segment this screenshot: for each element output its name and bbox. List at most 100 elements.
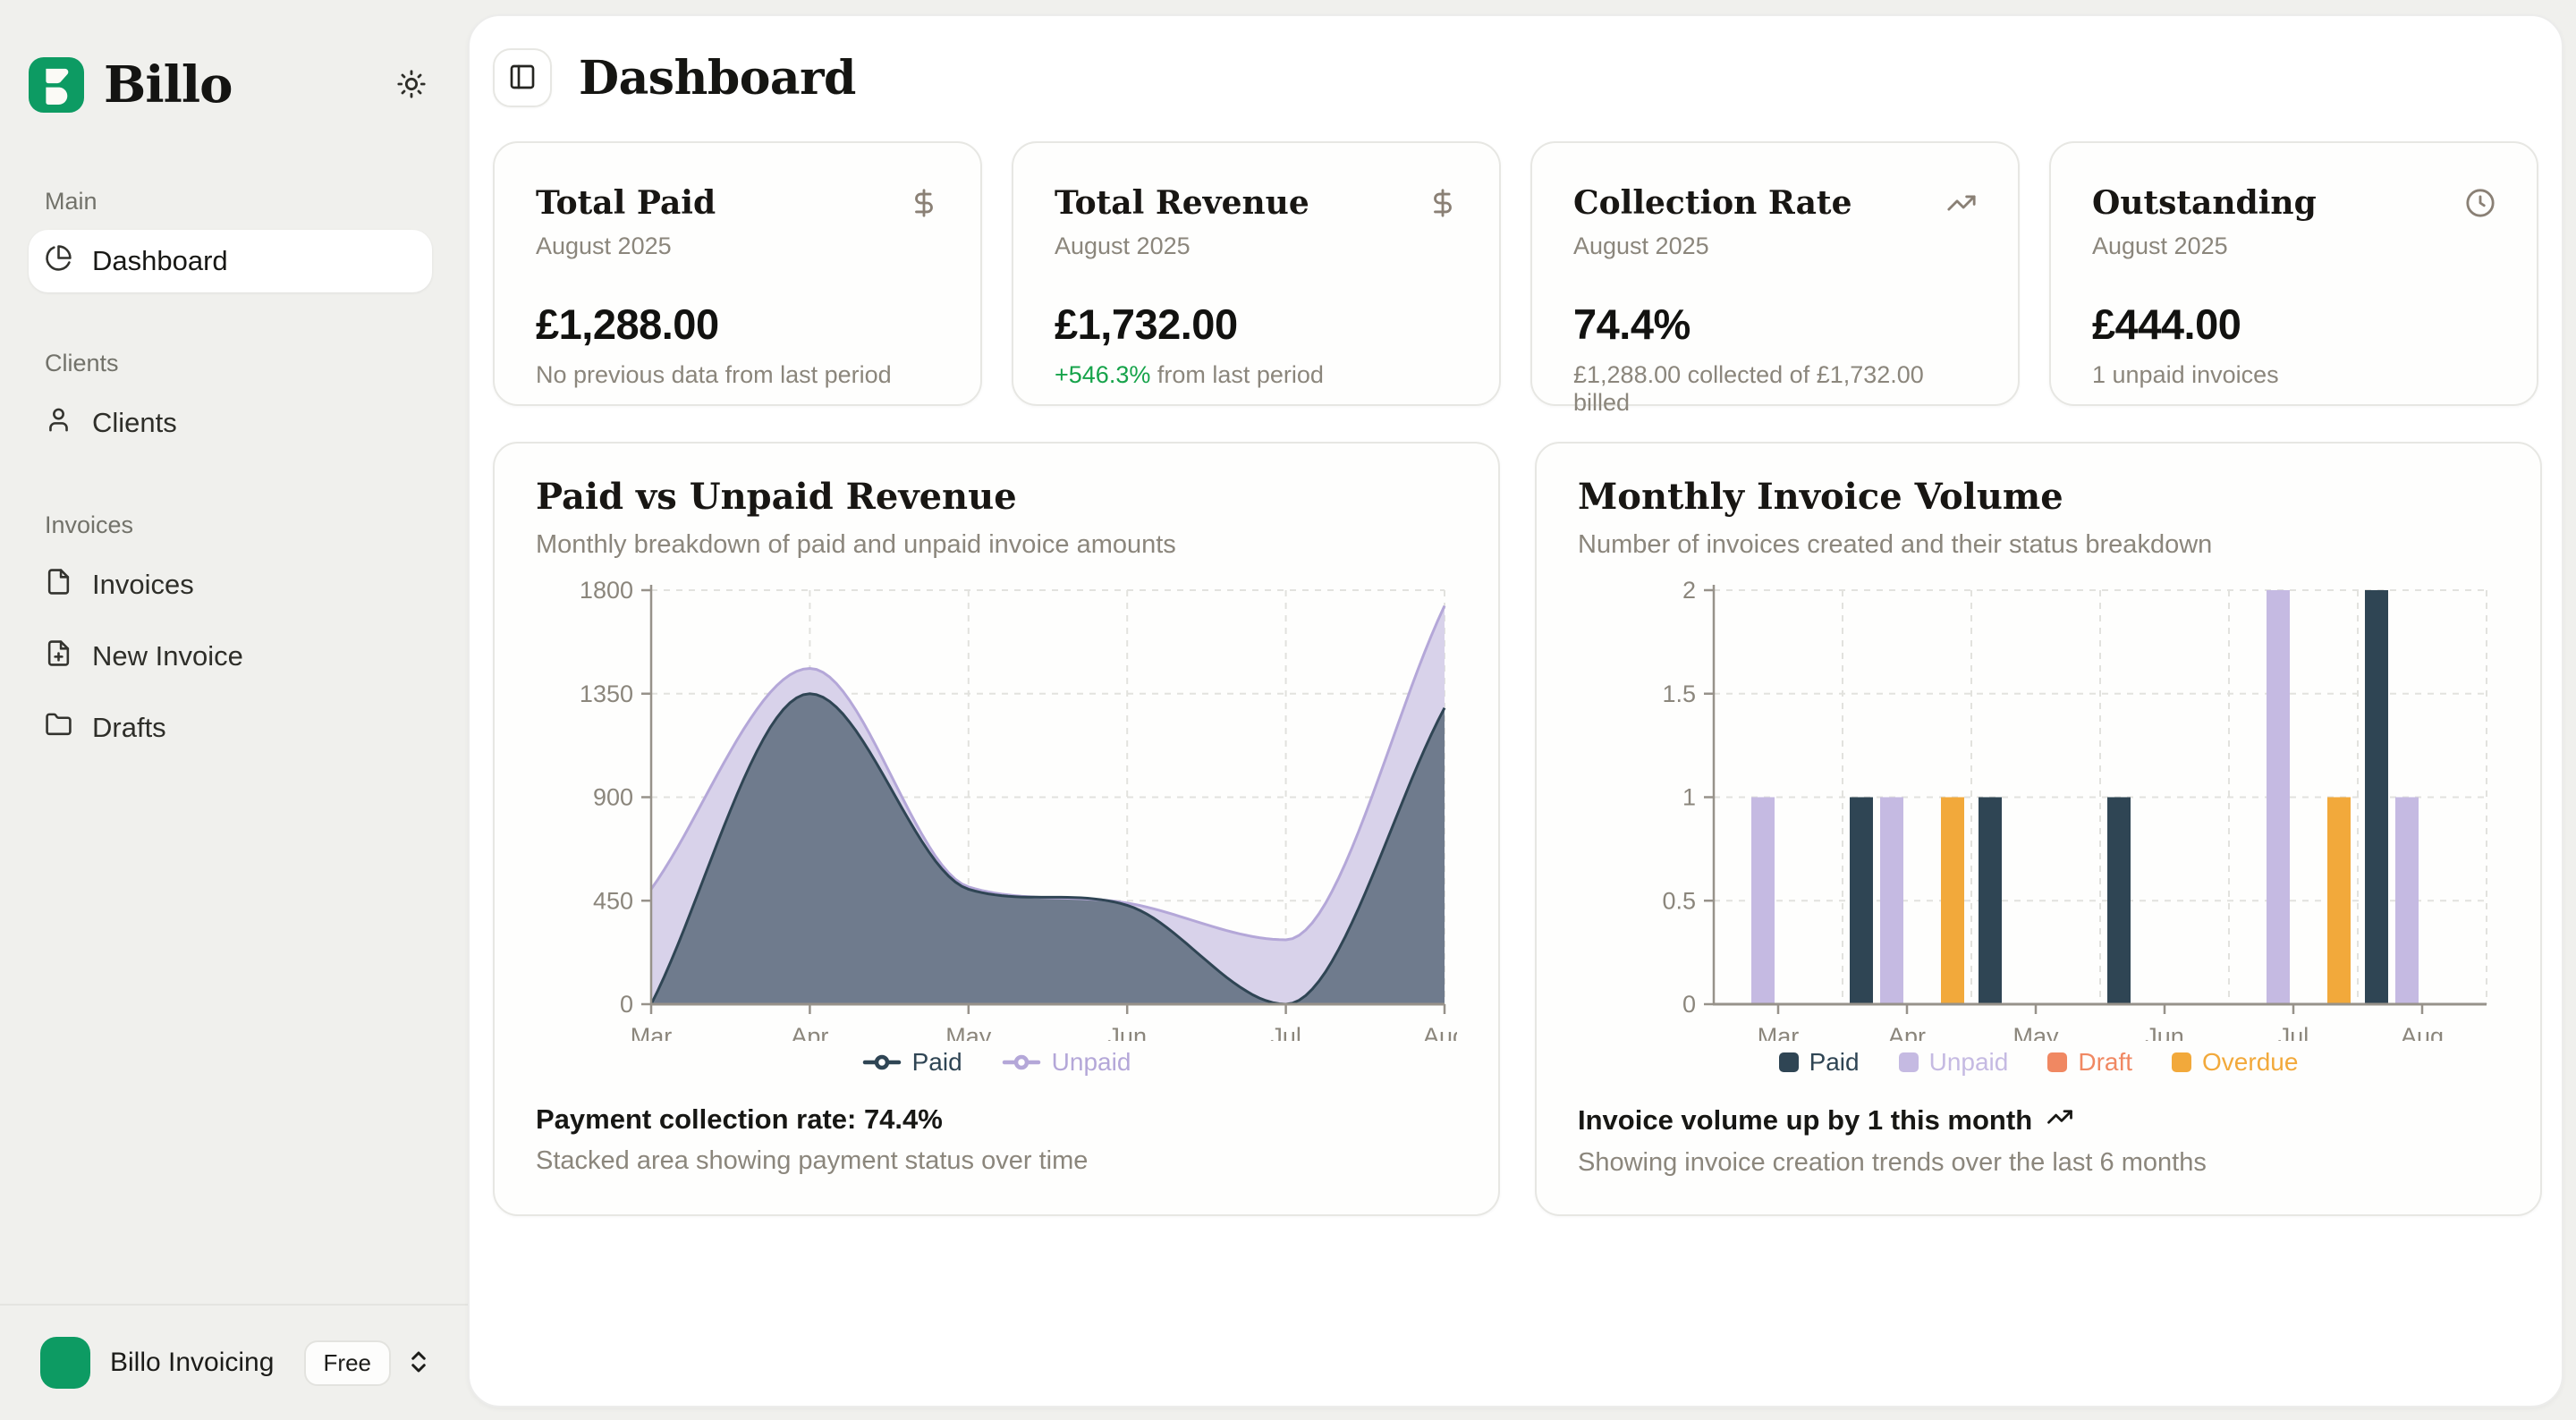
stat-title: Total Paid: [536, 184, 939, 222]
sidebar-item-label: Clients: [92, 407, 177, 439]
sidebar-item-clients[interactable]: Clients: [29, 392, 432, 454]
chevrons-up-down-icon: [405, 1348, 432, 1378]
workspace-name: Billo Invoicing: [110, 1348, 284, 1378]
stat-note: £1,288.00 collected of £1,732.00 billed: [1573, 361, 1977, 417]
billo-logo-icon: [29, 56, 84, 114]
sidebar-item-label: New Invoice: [92, 640, 243, 672]
chart-title: Monthly Invoice Volume: [1578, 476, 2499, 518]
brand: Billo: [29, 55, 233, 114]
trending-up-icon: [2046, 1103, 2073, 1137]
sidebar: Billo Main Dashboard Clien: [0, 0, 468, 1420]
svg-text:1800: 1800: [580, 577, 633, 604]
chart-footer-headline-text: Payment collection rate: 74.4%: [536, 1103, 943, 1136]
stat-note-delta: +546.3%: [1055, 361, 1150, 388]
stat-note-text: £1,288.00 collected of £1,732.00 billed: [1573, 361, 1930, 416]
chart-subtitle: Number of invoices created and their sta…: [1578, 530, 2499, 560]
nav-section-label-clients: Clients: [45, 350, 432, 377]
sidebar-header: Billo: [29, 55, 432, 114]
user-icon: [45, 406, 72, 441]
svg-text:Mar: Mar: [1758, 1023, 1800, 1041]
svg-text:1350: 1350: [580, 680, 633, 707]
legend-item-draft: Draft: [2047, 1048, 2132, 1077]
svg-text:Jun: Jun: [1107, 1023, 1147, 1041]
nav-list-clients: Clients: [29, 392, 432, 454]
svg-text:Mar: Mar: [631, 1023, 673, 1041]
svg-text:Apr: Apr: [1888, 1023, 1926, 1041]
stat-note: 1 unpaid invoices: [2092, 361, 2496, 389]
stat-value: 74.4%: [1573, 300, 1977, 349]
bar-chart-legend: Paid Unpaid Draft Overdue: [1578, 1043, 2499, 1082]
stat-title: Collection Rate: [1573, 184, 1977, 222]
sidebar-item-label: Drafts: [92, 712, 166, 744]
chart-footer-note: Stacked area showing payment status over…: [536, 1146, 1457, 1176]
chart-title: Paid vs Unpaid Revenue: [536, 476, 1457, 518]
sidebar-item-drafts[interactable]: Drafts: [29, 697, 432, 759]
stat-period: August 2025: [1055, 232, 1458, 260]
svg-text:0: 0: [620, 991, 633, 1018]
stat-period: August 2025: [536, 232, 939, 260]
svg-text:0.5: 0.5: [1662, 887, 1696, 914]
stat-note: No previous data from last period: [536, 361, 939, 389]
clock-icon: [2465, 188, 2496, 223]
workspace-switcher-button[interactable]: Free: [304, 1340, 432, 1386]
trending-up-icon: [1946, 188, 1977, 223]
chart-subtitle: Monthly breakdown of paid and unpaid inv…: [536, 530, 1457, 560]
svg-text:0: 0: [1682, 991, 1696, 1018]
svg-text:2: 2: [1682, 577, 1696, 604]
main-content: Dashboard Total Paid August 2025 £1,288.…: [468, 14, 2563, 1407]
file-plus-icon: [45, 639, 72, 674]
stat-note: +546.3% from last period: [1055, 361, 1458, 389]
legend-item-overdue: Overdue: [2172, 1048, 2298, 1077]
nav-list-invoices: Invoices New Invoice Drafts: [29, 554, 432, 759]
chart-card-paid-vs-unpaid: Paid vs Unpaid Revenue Monthly breakdown…: [493, 442, 1500, 1216]
page-title: Dashboard: [579, 51, 856, 106]
svg-text:1.5: 1.5: [1662, 680, 1696, 707]
legend-item-paid: Paid: [1779, 1048, 1860, 1077]
theme-toggle-button[interactable]: [391, 64, 432, 106]
sidebar-item-dashboard[interactable]: Dashboard: [29, 230, 432, 292]
svg-text:May: May: [2012, 1023, 2059, 1041]
pie-chart-icon: [45, 244, 72, 279]
sun-icon: [396, 69, 427, 102]
plan-badge: Free: [304, 1340, 391, 1386]
svg-text:Jul: Jul: [1270, 1023, 1301, 1041]
stat-note-text: No previous data from last period: [536, 361, 892, 388]
svg-text:1: 1: [1682, 784, 1696, 811]
svg-text:450: 450: [593, 887, 633, 914]
chart-card-monthly-invoice-volume: Monthly Invoice Volume Number of invoice…: [1535, 442, 2542, 1216]
workspace-footer: Billo Invoicing Free: [0, 1304, 468, 1420]
stats-row: Total Paid August 2025 £1,288.00 No prev…: [493, 141, 2538, 406]
stat-title: Outstanding: [2092, 184, 2496, 222]
sidebar-item-invoices[interactable]: Invoices: [29, 554, 432, 616]
sidebar-item-label: Invoices: [92, 569, 194, 601]
stat-title: Total Revenue: [1055, 184, 1458, 222]
stat-card-outstanding: Outstanding August 2025 £444.00 1 unpaid…: [2049, 141, 2538, 406]
svg-text:May: May: [945, 1023, 992, 1041]
legend-item-paid: Paid: [862, 1048, 962, 1077]
svg-text:900: 900: [593, 784, 633, 811]
stat-note-text: from last period: [1150, 361, 1324, 388]
stat-period: August 2025: [1573, 232, 1977, 260]
svg-text:Aug: Aug: [1423, 1023, 1457, 1041]
stat-period: August 2025: [2092, 232, 2496, 260]
app-root: Billo Main Dashboard Clien: [0, 0, 2576, 1420]
chart-footer-headline-text: Invoice volume up by 1 this month: [1578, 1104, 2032, 1137]
chart-footer-note: Showing invoice creation trends over the…: [1578, 1148, 2499, 1178]
file-icon: [45, 568, 72, 603]
svg-text:Jun: Jun: [2145, 1023, 2184, 1041]
stat-card-total-paid: Total Paid August 2025 £1,288.00 No prev…: [493, 141, 982, 406]
legend-item-unpaid: Unpaid: [1002, 1048, 1131, 1077]
workspace-avatar: [40, 1337, 90, 1389]
sidebar-item-new-invoice[interactable]: New Invoice: [29, 625, 432, 688]
panel-left-icon: [508, 63, 537, 94]
chart-footer-headline: Invoice volume up by 1 this month: [1578, 1103, 2499, 1137]
stat-card-collection-rate: Collection Rate August 2025 74.4% £1,288…: [1530, 141, 2020, 406]
dollar-sign-icon: [909, 188, 939, 223]
legend-item-unpaid: Unpaid: [1899, 1048, 2009, 1077]
monthly-invoice-volume-bar-chart: 00.511.52MarAprMayJunJulAug: [1578, 576, 2499, 1041]
area-chart-legend: Paid Unpaid: [536, 1043, 1457, 1082]
stat-note-text: 1 unpaid invoices: [2092, 361, 2279, 388]
charts-row: Paid vs Unpaid Revenue Monthly breakdown…: [493, 442, 2538, 1216]
sidebar-toggle-button[interactable]: [493, 48, 552, 107]
brand-name: Billo: [104, 55, 233, 114]
